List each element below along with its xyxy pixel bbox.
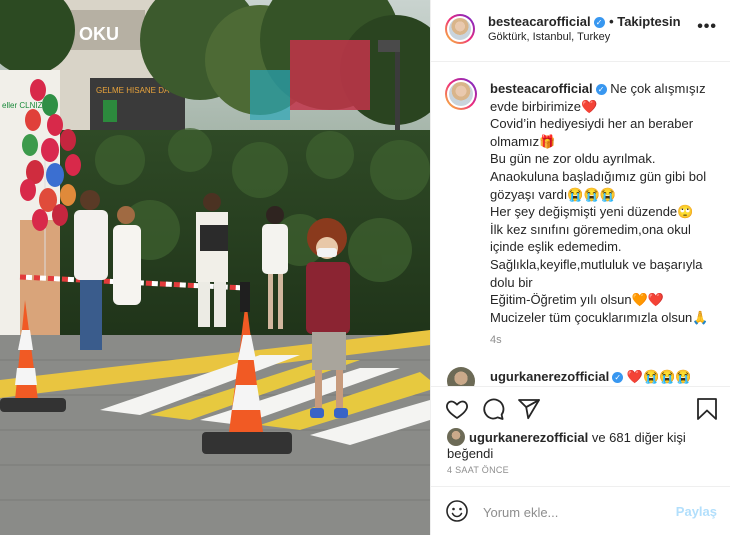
author-avatar[interactable]: [445, 14, 475, 44]
post-panel: besteacarofficial ✓ • Takiptesin Göktürk,…: [430, 0, 730, 535]
caption-avatar[interactable]: [445, 78, 477, 110]
post-photo-scene: AR OKU GELME HISANE DA eller CLNIZ: [0, 0, 430, 535]
comment-line: ugurkanerezofficial ✓ ❤️😭😭😭: [490, 369, 692, 385]
post-comment-button[interactable]: Paylaş: [676, 504, 717, 519]
comment-input[interactable]: [481, 499, 665, 525]
shop-sign: GELME HISANE DA: [96, 86, 170, 95]
author-line: besteacarofficial ✓ • Takiptesin: [488, 13, 681, 31]
comment-icon[interactable]: [481, 397, 505, 421]
caption-time: 4s: [490, 334, 502, 346]
bookmark-icon[interactable]: [696, 397, 718, 421]
post-age[interactable]: 4 SAAT ÖNCE: [447, 465, 509, 475]
post-actions: ugurkanerezofficial ve 681 diğer kişi be…: [431, 386, 730, 486]
kiosk-sign: eller CLNIZ: [2, 101, 43, 110]
emoji-icon[interactable]: [445, 499, 469, 523]
more-options-icon[interactable]: •••: [697, 18, 717, 36]
comments-section: besteacarofficial ✓ Ne çok alışmışız evde…: [431, 62, 730, 386]
add-comment-bar: Paylaş: [431, 486, 730, 535]
share-icon[interactable]: [517, 397, 541, 421]
commenter-avatar[interactable]: [447, 367, 475, 386]
caption-text: Ne çok alışmışız evde birbirimize❤️ Covi…: [490, 81, 709, 325]
comment-text: ❤️😭😭😭: [626, 369, 692, 384]
commenter-username[interactable]: ugurkanerezofficial: [490, 369, 609, 384]
verified-badge-icon: ✓: [612, 372, 624, 383]
heart-icon[interactable]: [445, 397, 469, 421]
caption-username[interactable]: besteacarofficial: [490, 81, 593, 96]
post-caption: besteacarofficial ✓ Ne çok alışmışız evde…: [490, 80, 715, 326]
liker-avatar[interactable]: [447, 428, 465, 446]
post-location[interactable]: Göktürk, Istanbul, Turkey: [488, 31, 610, 43]
verified-badge-icon: ✓: [593, 17, 605, 28]
author-username[interactable]: besteacarofficial: [488, 14, 591, 29]
likes-summary: ugurkanerezofficial ve 681 diğer kişi be…: [447, 428, 717, 462]
verified-badge-icon: ✓: [595, 84, 607, 95]
liker-username[interactable]: ugurkanerezofficial: [469, 430, 588, 445]
following-label[interactable]: • Takiptesin: [609, 14, 681, 29]
post-header: besteacarofficial ✓ • Takiptesin Göktürk,…: [431, 0, 730, 62]
post-photo[interactable]: AR OKU GELME HISANE DA eller CLNIZ: [0, 0, 430, 535]
